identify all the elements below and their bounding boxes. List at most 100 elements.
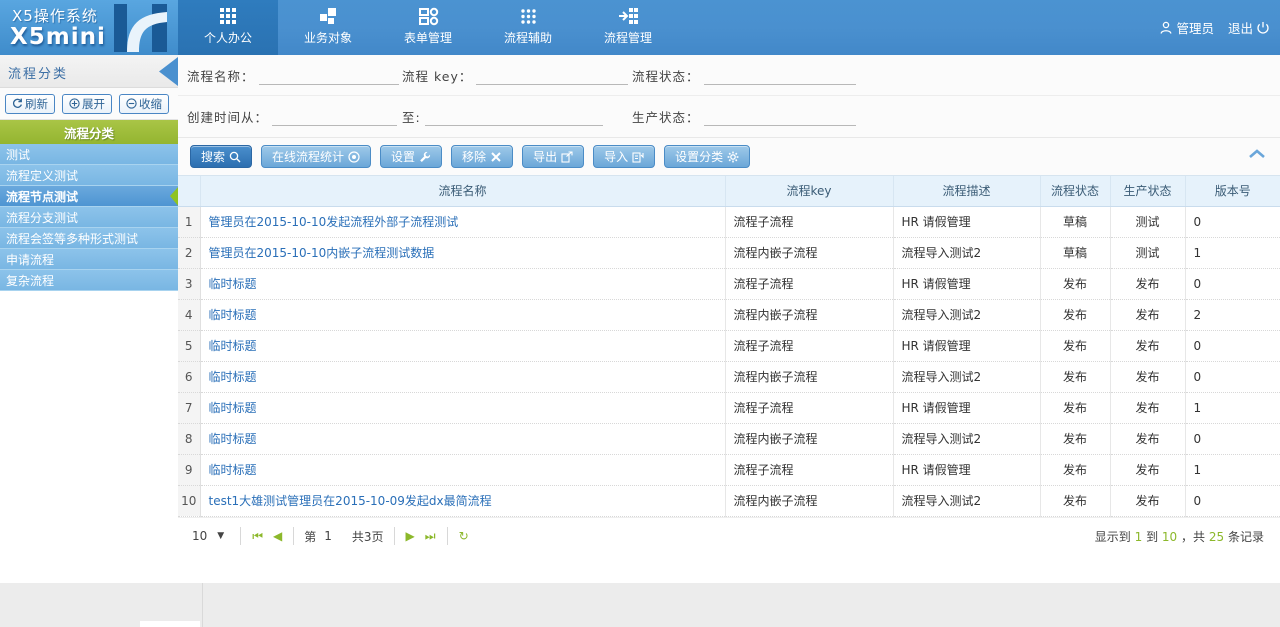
cell-process-description: 流程导入测试2 (893, 485, 1040, 516)
col-process-status[interactable]: 流程状态 (1040, 176, 1110, 206)
summary-suffix: 条记录 (1228, 530, 1264, 544)
process-name-link[interactable]: 管理员在2015-10-10内嵌子流程测试数据 (209, 246, 435, 260)
process-status-input[interactable] (704, 68, 856, 85)
sidebar-toolbar: 刷新 展开 收缩 (0, 88, 178, 120)
sidebar-item-ceshi[interactable]: 测试 (0, 144, 178, 165)
button-label: 移除 (462, 148, 486, 165)
gear-icon (727, 151, 739, 163)
cell-process-name: 临时标题 (200, 299, 725, 330)
row-index: 5 (178, 330, 200, 361)
cell-process-status: 发布 (1040, 268, 1110, 299)
cell-process-name: 管理员在2015-10-10内嵌子流程测试数据 (200, 237, 725, 268)
process-name-link[interactable]: 管理员在2015-10-10发起流程外部子流程测试 (209, 215, 459, 229)
table-row[interactable]: 6 临时标题 流程内嵌子流程 流程导入测试2 发布 发布 0 (178, 361, 1280, 392)
production-status-input[interactable] (704, 109, 856, 126)
cell-process-description: HR 请假管理 (893, 206, 1040, 237)
sidebar-item-complex-process[interactable]: 复杂流程 (0, 270, 178, 291)
table-row[interactable]: 5 临时标题 流程子流程 HR 请假管理 发布 发布 0 (178, 330, 1280, 361)
button-label: 导入 (604, 148, 628, 165)
tree-item-label: 流程会签等多种形式测试 (6, 230, 138, 247)
sidebar-item-process-branch-test[interactable]: 流程分支测试 (0, 207, 178, 228)
main-content: 流程名称： 流程 key： 流程状态： 创建时间从： 至: (178, 55, 1280, 583)
process-name-link[interactable]: 临时标题 (209, 339, 257, 353)
nav-item-process-management[interactable]: 流程管理 (578, 0, 678, 55)
tree-item-label: 流程节点测试 (6, 188, 78, 205)
sidebar-refresh-button[interactable]: 刷新 (5, 94, 55, 114)
nav-label: 个人办公 (204, 29, 252, 46)
process-name-link[interactable]: 临时标题 (209, 308, 257, 322)
sidebar-item-process-definition-test[interactable]: 流程定义测试 (0, 165, 178, 186)
summary-from: 1 (1135, 530, 1143, 544)
refresh-icon[interactable]: ↻ (454, 529, 474, 543)
nav-item-business-object[interactable]: 业务对象 (278, 0, 378, 55)
logout-label: 退出 (1228, 18, 1253, 37)
settings-button[interactable]: 设置 (380, 145, 442, 168)
cell-production-status: 测试 (1110, 237, 1185, 268)
last-page-icon[interactable]: ⏭ (420, 529, 441, 544)
table-row[interactable]: 1 管理员在2015-10-10发起流程外部子流程测试 流程子流程 HR 请假管… (178, 206, 1280, 237)
next-page-icon[interactable]: ▶ (401, 529, 420, 543)
dots-grid-icon (519, 6, 538, 26)
sidebar-item-apply-process[interactable]: 申请流程 (0, 249, 178, 270)
process-name-link[interactable]: test1大雄测试管理员在2015-10-09发起dx最简流程 (209, 494, 492, 508)
nav-item-personal-office[interactable]: 个人办公 (178, 0, 278, 55)
field-process-name: 流程名称： (187, 66, 402, 85)
sidebar-expand-button[interactable]: 展开 (62, 94, 112, 114)
process-name-link[interactable]: 临时标题 (209, 463, 257, 477)
cell-process-description: HR 请假管理 (893, 392, 1040, 423)
row-index: 10 (178, 485, 200, 516)
blocks-icon (319, 6, 338, 26)
cell-production-status: 发布 (1110, 330, 1185, 361)
table-row[interactable]: 7 临时标题 流程子流程 HR 请假管理 发布 发布 1 (178, 392, 1280, 423)
remove-button[interactable]: 移除 (451, 145, 513, 168)
process-name-link[interactable]: 临时标题 (209, 401, 257, 415)
prev-page-icon[interactable]: ◀ (268, 529, 287, 543)
field-created-to: 至: (402, 107, 632, 126)
created-from-input[interactable] (272, 109, 397, 126)
sidebar-item-process-node-test[interactable]: 流程节点测试 (0, 186, 178, 207)
tree-item-label: 流程分支测试 (6, 209, 78, 226)
process-name-link[interactable]: 临时标题 (209, 277, 257, 291)
process-name-input[interactable] (259, 68, 399, 85)
nav-item-form-management[interactable]: 表单管理 (378, 0, 478, 55)
cell-version: 0 (1185, 330, 1280, 361)
current-user[interactable]: 管理员 (1159, 18, 1214, 37)
process-key-input[interactable] (476, 68, 628, 85)
process-name-link[interactable]: 临时标题 (209, 370, 257, 384)
set-category-button[interactable]: 设置分类 (664, 145, 750, 168)
logout-button[interactable]: 退出 (1228, 18, 1270, 37)
export-button[interactable]: 导出 (522, 145, 584, 168)
table-row[interactable]: 2 管理员在2015-10-10内嵌子流程测试数据 流程内嵌子流程 流程导入测试… (178, 237, 1280, 268)
cell-process-name: 临时标题 (200, 423, 725, 454)
table-row[interactable]: 9 临时标题 流程子流程 HR 请假管理 发布 发布 1 (178, 454, 1280, 485)
online-process-statistics-button[interactable]: 在线流程统计 (261, 145, 371, 168)
col-process-description[interactable]: 流程描述 (893, 176, 1040, 206)
table-row[interactable]: 4 临时标题 流程内嵌子流程 流程导入测试2 发布 发布 2 (178, 299, 1280, 330)
col-version[interactable]: 版本号 (1185, 176, 1280, 206)
col-production-status[interactable]: 生产状态 (1110, 176, 1185, 206)
top-header: X5操作系统 X5mini 个人 (0, 0, 1280, 55)
first-page-icon[interactable]: ⏮ (247, 529, 268, 544)
page-size-select[interactable]: 10 ▼ (192, 529, 234, 543)
chevron-up-icon[interactable] (1248, 148, 1266, 160)
current-page-value[interactable]: 1 (320, 529, 336, 543)
tree-item-label: 申请流程 (6, 251, 54, 268)
created-to-input[interactable] (425, 109, 603, 126)
panel-collapse-arrow-icon[interactable] (156, 55, 178, 88)
sidebar-item-process-countersign-test[interactable]: 流程会签等多种形式测试 (0, 228, 178, 249)
table-row[interactable]: 10 test1大雄测试管理员在2015-10-09发起dx最简流程 流程内嵌子… (178, 485, 1280, 516)
table-row[interactable]: 3 临时标题 流程子流程 HR 请假管理 发布 发布 0 (178, 268, 1280, 299)
search-button[interactable]: 搜索 (190, 145, 252, 168)
nav-label: 流程辅助 (504, 29, 552, 46)
nav-item-process-assist[interactable]: 流程辅助 (478, 0, 578, 55)
summary-prefix: 显示到 (1095, 530, 1131, 544)
summary-comma: ，共 (1181, 530, 1205, 544)
form-layout-icon (418, 6, 439, 26)
col-process-key[interactable]: 流程key (725, 176, 893, 206)
process-name-link[interactable]: 临时标题 (209, 432, 257, 446)
import-button[interactable]: 导入 (593, 145, 655, 168)
table-row[interactable]: 8 临时标题 流程内嵌子流程 流程导入测试2 发布 发布 0 (178, 423, 1280, 454)
col-process-name[interactable]: 流程名称 (200, 176, 725, 206)
sidebar-collapse-button[interactable]: 收缩 (119, 94, 169, 114)
cell-production-status: 发布 (1110, 268, 1185, 299)
